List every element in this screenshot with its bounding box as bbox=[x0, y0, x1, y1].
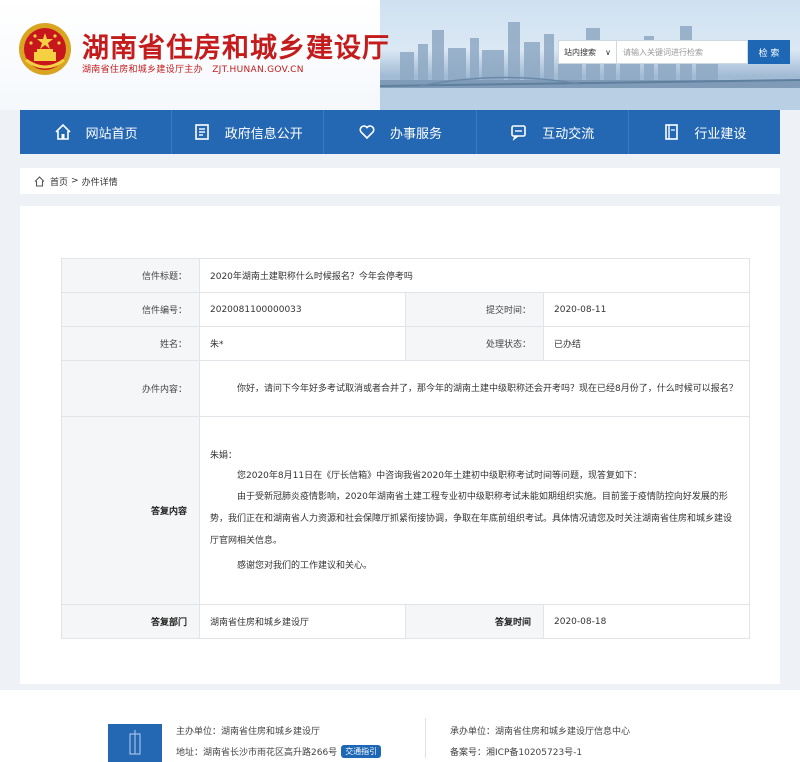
status-value: 已办结 bbox=[543, 326, 750, 361]
main-nav: 网站首页 政府信息公开 办事服务 互动交流 行业建设 bbox=[20, 110, 780, 154]
search-input[interactable]: 请输入关键词进行检索 bbox=[616, 40, 748, 64]
reply-paragraph-3: 感谢您对我们的工作建议和关心。 bbox=[237, 560, 373, 571]
breadcrumb-separator: > bbox=[71, 176, 79, 186]
breadcrumb-current: 办件详情 bbox=[81, 177, 118, 188]
search-scope-select[interactable]: 站内搜索 ∨ bbox=[558, 40, 616, 64]
letter-title-label: 信件标题： bbox=[61, 258, 200, 293]
submit-time-label: 提交时间： bbox=[405, 292, 544, 327]
content-label: 办件内容： bbox=[61, 360, 200, 417]
reply-time-label: 答复时间 bbox=[405, 604, 544, 639]
table-row: 答复内容 朱娟： 您2020年8月11日在《厅长信箱》中咨询我省2020年土建初… bbox=[61, 416, 750, 605]
table-row: 姓名： 朱* 处理状态： 已办结 bbox=[61, 326, 750, 361]
breadcrumb: 首页 > 办件详情 bbox=[20, 168, 780, 194]
letter-number-value: 2020081100000033 bbox=[199, 292, 406, 327]
site-title: 湖南省住房和城乡建设厅 bbox=[82, 33, 390, 64]
reply-dept-label: 答复部门 bbox=[61, 604, 200, 639]
table-row: 答复部门 湖南省住房和城乡建设厅 答复时间 2020-08-18 bbox=[61, 604, 750, 639]
search-scope-label: 站内搜索 bbox=[564, 47, 596, 57]
search-button[interactable]: 检 索 bbox=[748, 40, 790, 64]
table-row: 信件编号： 2020081100000033 提交时间： 2020-08-11 bbox=[61, 292, 750, 327]
name-label: 姓名： bbox=[61, 326, 200, 361]
name-value: 朱* bbox=[199, 326, 406, 361]
letter-title-value: 2020年湖南土建职称什么时候报名？今年会停考吗 bbox=[199, 258, 750, 293]
footer-address: 地址：湖南省长沙市雨花区高升路266号 bbox=[176, 748, 338, 758]
nav-label: 行业建设 bbox=[694, 126, 747, 142]
reply-dept-value: 湖南省住房和城乡建设厅 bbox=[199, 604, 406, 639]
document-icon bbox=[194, 124, 209, 140]
reply-time-value: 2020-08-18 bbox=[543, 604, 750, 639]
nav-label: 互动交流 bbox=[542, 126, 595, 142]
reply-greeting: 朱娟： bbox=[210, 450, 238, 461]
footer-host: 主办单位：湖南省住房和城乡建设厅 bbox=[176, 727, 321, 737]
nav-item-services[interactable]: 办事服务 bbox=[324, 110, 477, 154]
nav-item-home[interactable]: 网站首页 bbox=[20, 110, 173, 154]
nav-label: 办事服务 bbox=[390, 126, 443, 142]
footer-address-row: 地址：湖南省长沙市雨花区高升路266号 交通指引 bbox=[176, 745, 382, 758]
nav-item-industry[interactable]: 行业建设 bbox=[629, 110, 780, 154]
site-header: 湖南省住房和城乡建设厅 湖南省住房和城乡建设厅主办 ZJT.HUNAN.GOV.… bbox=[0, 0, 800, 110]
home-icon bbox=[34, 175, 45, 187]
site-subtitle: 湖南省住房和城乡建设厅主办 ZJT.HUNAN.GOV.CN bbox=[82, 65, 304, 75]
chevron-down-icon: ∨ bbox=[605, 47, 611, 57]
table-row: 信件标题： 2020年湖南土建职称什么时候报名？今年会停考吗 bbox=[61, 258, 750, 293]
footer-divider bbox=[425, 718, 426, 758]
letter-detail-panel: 信件标题： 2020年湖南土建职称什么时候报名？今年会停考吗 信件编号： 202… bbox=[20, 206, 780, 684]
table-row: 办件内容： 你好，请问下今年好多考试取消或者合并了，那今年的湖南土建中级职称还会… bbox=[61, 360, 750, 417]
letter-content-text: 你好，请问下今年好多考试取消或者合并了，那今年的湖南土建中级职称还会开考吗？现在… bbox=[237, 383, 738, 394]
nav-item-interaction[interactable]: 互动交流 bbox=[477, 110, 629, 154]
reply-content-label: 答复内容 bbox=[61, 416, 200, 605]
heart-icon bbox=[359, 125, 375, 140]
site-footer: 主办单位：湖南省住房和城乡建设厅 地址：湖南省长沙市雨花区高升路266号 交通指… bbox=[0, 690, 800, 762]
building-icon bbox=[129, 730, 141, 755]
letter-table: 信件标题： 2020年湖南土建职称什么时候报名？今年会停考吗 信件编号： 202… bbox=[61, 258, 750, 639]
status-label: 处理状态： bbox=[405, 326, 544, 361]
submit-time-value: 2020-08-11 bbox=[543, 292, 750, 327]
nav-label: 政府信息公开 bbox=[224, 126, 303, 142]
footer-icp[interactable]: 备案号：湘ICP备10205723号-1 bbox=[450, 745, 582, 758]
breadcrumb-home-link[interactable]: 首页 bbox=[50, 175, 68, 188]
nav-item-gov-info[interactable]: 政府信息公开 bbox=[172, 110, 325, 154]
reply-paragraph-1: 您2020年8月11日在《厅长信箱》中咨询我省2020年土建初中级职称考试时间等… bbox=[237, 470, 642, 481]
letter-number-label: 信件编号： bbox=[61, 292, 200, 327]
home-icon bbox=[55, 123, 71, 140]
book-icon bbox=[665, 124, 679, 140]
reply-paragraph-2: 由于受新冠肺炎疫情影响，2020年湖南省土建工程专业初中级职称考试未能如期组织实… bbox=[210, 491, 733, 546]
nav-label: 网站首页 bbox=[85, 126, 138, 142]
footer-logo bbox=[108, 724, 162, 762]
chat-icon bbox=[511, 125, 527, 141]
search-bar: 站内搜索 ∨ 请输入关键词进行检索 检 索 bbox=[558, 40, 790, 64]
national-emblem-icon bbox=[19, 23, 71, 75]
traffic-guide-button[interactable]: 交通指引 bbox=[341, 745, 382, 758]
footer-undertaker: 承办单位：湖南省住房和城乡建设厅信息中心 bbox=[450, 727, 631, 737]
